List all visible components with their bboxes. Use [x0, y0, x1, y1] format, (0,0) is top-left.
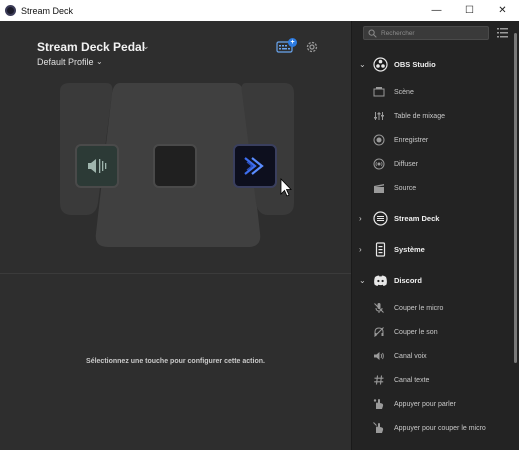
window-controls: — ☐ ✕ — [420, 0, 519, 21]
action-text-channel[interactable]: Canal texte — [352, 368, 512, 392]
speaker-mute-icon — [88, 159, 107, 173]
minimize-button[interactable]: — — [420, 0, 453, 21]
system-icon — [375, 241, 386, 257]
title-bar: Stream Deck — ☐ ✕ — [0, 0, 519, 21]
chevron-down-icon[interactable]: ⌄ — [96, 57, 103, 66]
action-stream[interactable]: Diffuser — [352, 152, 512, 176]
pedal-key-left[interactable] — [75, 144, 119, 188]
window-title: Stream Deck — [21, 5, 74, 16]
speaker-icon — [374, 352, 384, 360]
action-label: Scène — [394, 88, 414, 96]
scene-icon — [373, 87, 385, 97]
discord-logo-icon — [374, 275, 387, 286]
push-to-talk-icon — [373, 399, 384, 409]
action-label: Enregistrer — [394, 136, 429, 144]
profile-selector[interactable]: Default Profile — [37, 57, 94, 67]
category-label: OBS Studio — [394, 59, 436, 69]
config-hint: Sélectionnez une touche pour configurer … — [86, 358, 265, 365]
close-button[interactable]: ✕ — [486, 0, 519, 21]
action-audio-mixer[interactable]: Table de mixage — [352, 104, 512, 128]
headphones-off-icon — [374, 327, 384, 337]
search-box[interactable] — [363, 26, 489, 40]
action-deafen[interactable]: Couper le son — [352, 320, 512, 344]
search-input[interactable] — [381, 27, 486, 39]
chevron-down-icon: ⌄ — [359, 275, 366, 285]
list-view-icon[interactable] — [497, 27, 508, 38]
stream-deck-icon — [373, 210, 388, 226]
clapperboard-icon — [374, 184, 384, 193]
action-label: Diffuser — [394, 160, 418, 168]
pedal-key-right[interactable] — [233, 144, 277, 188]
chevron-right-icon: › — [359, 213, 362, 223]
app-logo-icon — [5, 5, 16, 16]
obs-logo-icon — [373, 56, 388, 72]
action-voice-channel[interactable]: Canal voix — [352, 344, 512, 368]
action-label: Couper le son — [394, 328, 438, 336]
double-chevron-forward-icon — [244, 157, 264, 175]
pedal-key-middle[interactable] — [153, 144, 197, 188]
broadcast-icon — [373, 158, 385, 170]
action-push-to-mute[interactable]: Appuyer pour couper le micro — [352, 416, 512, 440]
push-to-mute-icon — [373, 422, 384, 433]
scrollbar-thumb[interactable] — [514, 33, 517, 363]
action-mute-mic[interactable]: Couper le micro — [352, 296, 512, 320]
mic-off-icon — [374, 303, 384, 313]
action-label: Table de mixage — [394, 112, 445, 120]
category-system[interactable]: › Système — [352, 238, 512, 260]
chevron-down-icon: ⌄ — [359, 59, 366, 69]
hashtag-icon — [374, 375, 384, 385]
mouse-cursor-icon — [280, 178, 292, 197]
main-panel: Stream Deck Pedal ⌄ Default Profile ⌄ + — [0, 21, 351, 450]
category-label: Stream Deck — [394, 213, 440, 223]
actions-panel: ⌄ OBS Studio Scène Table de mixage Enreg… — [351, 21, 519, 450]
action-label: Canal texte — [394, 376, 430, 384]
action-record[interactable]: Enregistrer — [352, 128, 512, 152]
mixer-icon — [374, 112, 384, 120]
gear-icon[interactable] — [305, 40, 319, 54]
section-divider — [0, 273, 351, 274]
category-label: Discord — [394, 275, 422, 285]
chevron-down-icon[interactable]: ⌄ — [142, 41, 150, 52]
action-label: Source — [394, 184, 417, 192]
category-discord[interactable]: ⌄ Discord — [352, 269, 512, 291]
chevron-right-icon: › — [359, 244, 362, 254]
store-badge: + — [288, 38, 297, 47]
maximize-button[interactable]: ☐ — [453, 0, 486, 21]
device-selector[interactable]: Stream Deck Pedal — [37, 40, 145, 54]
category-stream-deck[interactable]: › Stream Deck — [352, 207, 512, 229]
record-icon — [373, 134, 385, 146]
action-scene[interactable]: Scène — [352, 80, 512, 104]
search-icon — [368, 29, 377, 38]
category-obs-studio[interactable]: ⌄ OBS Studio — [352, 53, 512, 75]
category-label: Système — [394, 244, 425, 254]
action-label: Couper le micro — [394, 304, 444, 312]
action-label: Appuyer pour parler — [394, 400, 456, 408]
action-push-to-talk[interactable]: Appuyer pour parler — [352, 392, 512, 416]
action-label: Appuyer pour couper le micro — [394, 424, 486, 432]
action-label: Canal voix — [394, 352, 427, 360]
action-source[interactable]: Source — [352, 176, 512, 200]
